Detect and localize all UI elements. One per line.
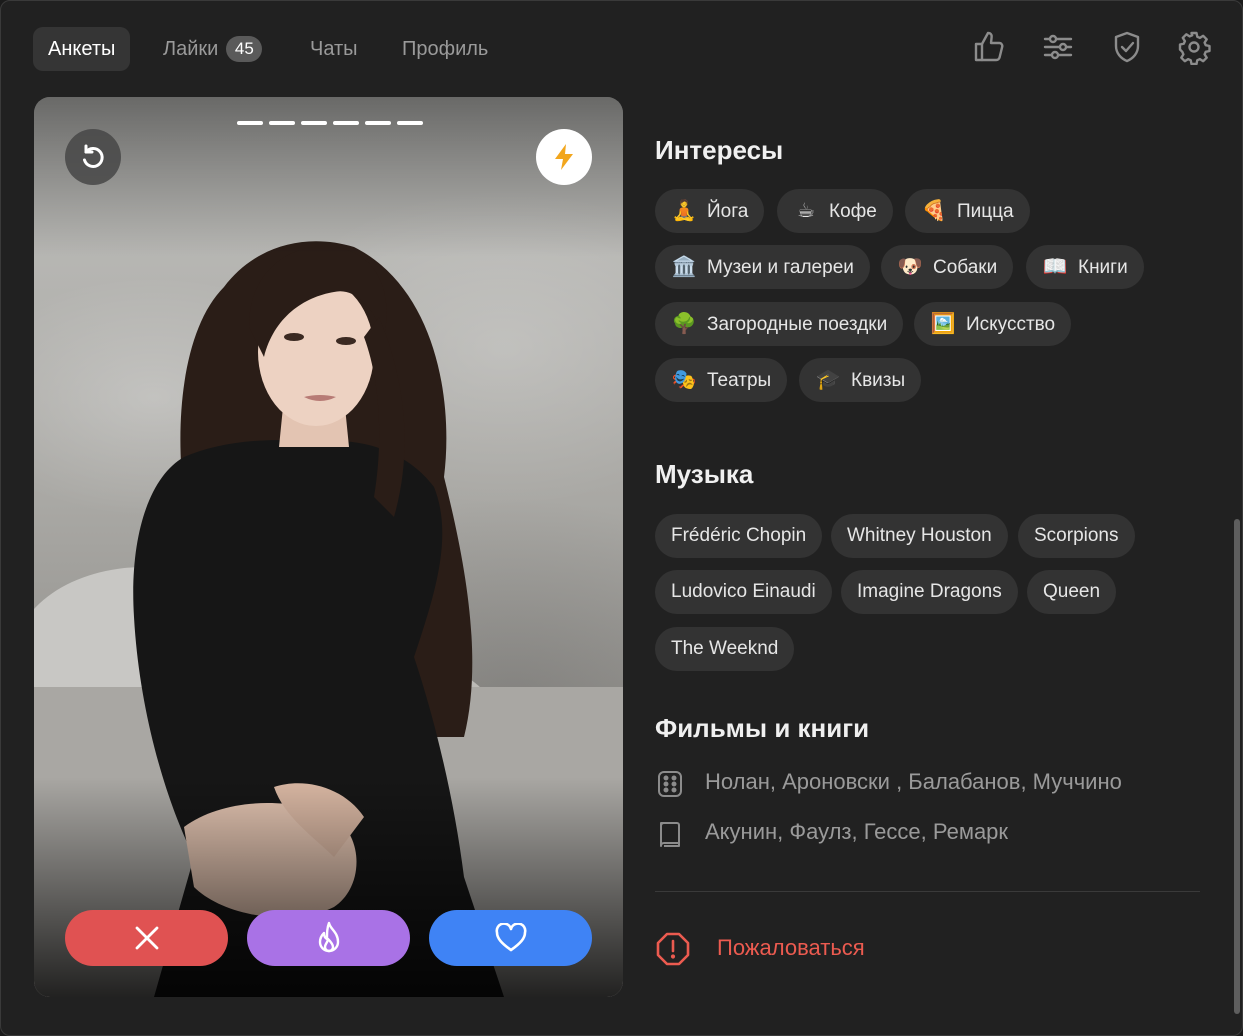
lightning-icon <box>555 144 573 170</box>
music-chip: The Weeknd <box>655 627 795 671</box>
interest-label: Собаки <box>933 257 998 278</box>
interest-chip: 🎓 Квизы <box>799 358 922 402</box>
heart-icon <box>494 923 527 952</box>
photo-page-indicator[interactable] <box>237 121 263 125</box>
undo-icon <box>83 144 104 168</box>
report-label: Пожаловаться <box>717 935 865 960</box>
interest-label: Кофе <box>829 201 877 222</box>
interest-chip: 🌳 Загородные поездки <box>655 302 904 346</box>
tab-likes[interactable]: Лайки 45 <box>163 27 263 71</box>
interest-label: Квизы <box>851 370 906 391</box>
tree-icon: 🌳 <box>671 313 697 335</box>
coffee-icon: ☕ <box>797 200 815 222</box>
interest-chip: 🖼️ Искусство <box>914 302 1072 346</box>
profile-photo-card[interactable] <box>34 97 623 997</box>
photo-page-indicator[interactable] <box>397 121 423 125</box>
alert-circle-icon <box>656 932 690 966</box>
music-chip: Queen <box>1027 570 1117 614</box>
scrollbar-thumb[interactable] <box>1234 519 1240 1014</box>
flame-icon <box>318 921 339 953</box>
interest-label: Книги <box>1078 257 1128 278</box>
graduation-cap-icon: 🎓 <box>815 369 841 391</box>
boost-button[interactable] <box>536 129 592 185</box>
dog-icon: 🐶 <box>897 256 923 278</box>
interests-title: Интересы <box>655 135 784 165</box>
sliders-icon[interactable] <box>1040 29 1076 65</box>
interest-chip: ☕ Кофе <box>777 189 893 233</box>
interest-chip: 📖 Книги <box>1026 245 1144 289</box>
superlike-button[interactable] <box>247 910 410 966</box>
interest-label: Йога <box>707 201 749 222</box>
museum-icon: 🏛️ <box>671 256 697 278</box>
gear-icon[interactable] <box>1176 29 1212 66</box>
photo-page-indicator[interactable] <box>333 121 359 125</box>
interest-chip: 🐶 Собаки <box>881 245 1014 289</box>
divider <box>655 891 1200 892</box>
music-chip: Scorpions <box>1018 514 1135 558</box>
pizza-icon: 🍕 <box>921 200 947 222</box>
film-icon <box>658 771 682 797</box>
undo-button[interactable] <box>65 129 121 185</box>
book-icon <box>660 822 680 847</box>
tab-chats-label: Чаты <box>310 38 358 60</box>
music-chip: Ludovico Einaudi <box>655 570 832 614</box>
yoga-icon: 🧘 <box>671 200 697 222</box>
music-chip: Imagine Dragons <box>841 570 1018 614</box>
music-chip: Frédéric Chopin <box>655 514 823 558</box>
tab-likes-label: Лайки <box>163 38 219 60</box>
music-chip: Whitney Houston <box>831 514 1008 558</box>
dislike-button[interactable] <box>65 910 228 966</box>
tab-profile-label: Профиль <box>402 38 489 60</box>
interest-label: Загородные поездки <box>707 314 888 335</box>
interest-chip: 🎭 Театры <box>655 358 788 402</box>
films-text: Нолан, Ароновски , Балабанов, Муччино <box>705 769 1122 794</box>
picture-icon: 🖼️ <box>930 313 956 335</box>
photo-page-indicator[interactable] <box>301 121 327 125</box>
app-window: Анкеты Лайки 45 Чаты Профиль Интересы 🧘 … <box>0 0 1243 1036</box>
tab-chats[interactable]: Чаты <box>310 27 358 71</box>
shield-check-icon[interactable] <box>1109 29 1145 65</box>
photo-page-indicator[interactable] <box>269 121 295 125</box>
photo-page-indicator[interactable] <box>365 121 391 125</box>
interest-label: Искусство <box>966 314 1056 335</box>
like-button[interactable] <box>429 910 592 966</box>
books-text: Акунин, Фаулз, Гессе, Ремарк <box>705 819 1009 844</box>
close-icon <box>135 926 158 950</box>
interest-chip: 🧘 Йога <box>655 189 765 233</box>
tab-profiles[interactable]: Анкеты <box>33 27 131 71</box>
thumbs-up-icon[interactable] <box>971 29 1007 65</box>
interest-label: Пицца <box>957 201 1014 222</box>
interest-chip: 🍕 Пицца <box>905 189 1030 233</box>
photo-pagination <box>237 121 423 125</box>
films-books-title: Фильмы и книги <box>655 713 870 743</box>
interest-label: Музеи и галереи <box>707 257 854 278</box>
tab-profiles-label: Анкеты <box>48 38 116 60</box>
music-title: Музыка <box>655 459 754 489</box>
interest-chip: 🏛️ Музеи и галереи <box>655 245 870 289</box>
likes-count-badge: 45 <box>226 36 263 62</box>
top-nav: Анкеты Лайки 45 Чаты Профиль <box>1 1 1242 97</box>
theater-masks-icon: 🎭 <box>671 369 697 391</box>
interest-label: Театры <box>707 370 772 391</box>
report-button[interactable]: Пожаловаться <box>655 931 865 967</box>
tab-profile[interactable]: Профиль <box>402 27 488 71</box>
book-icon: 📖 <box>1042 256 1068 278</box>
